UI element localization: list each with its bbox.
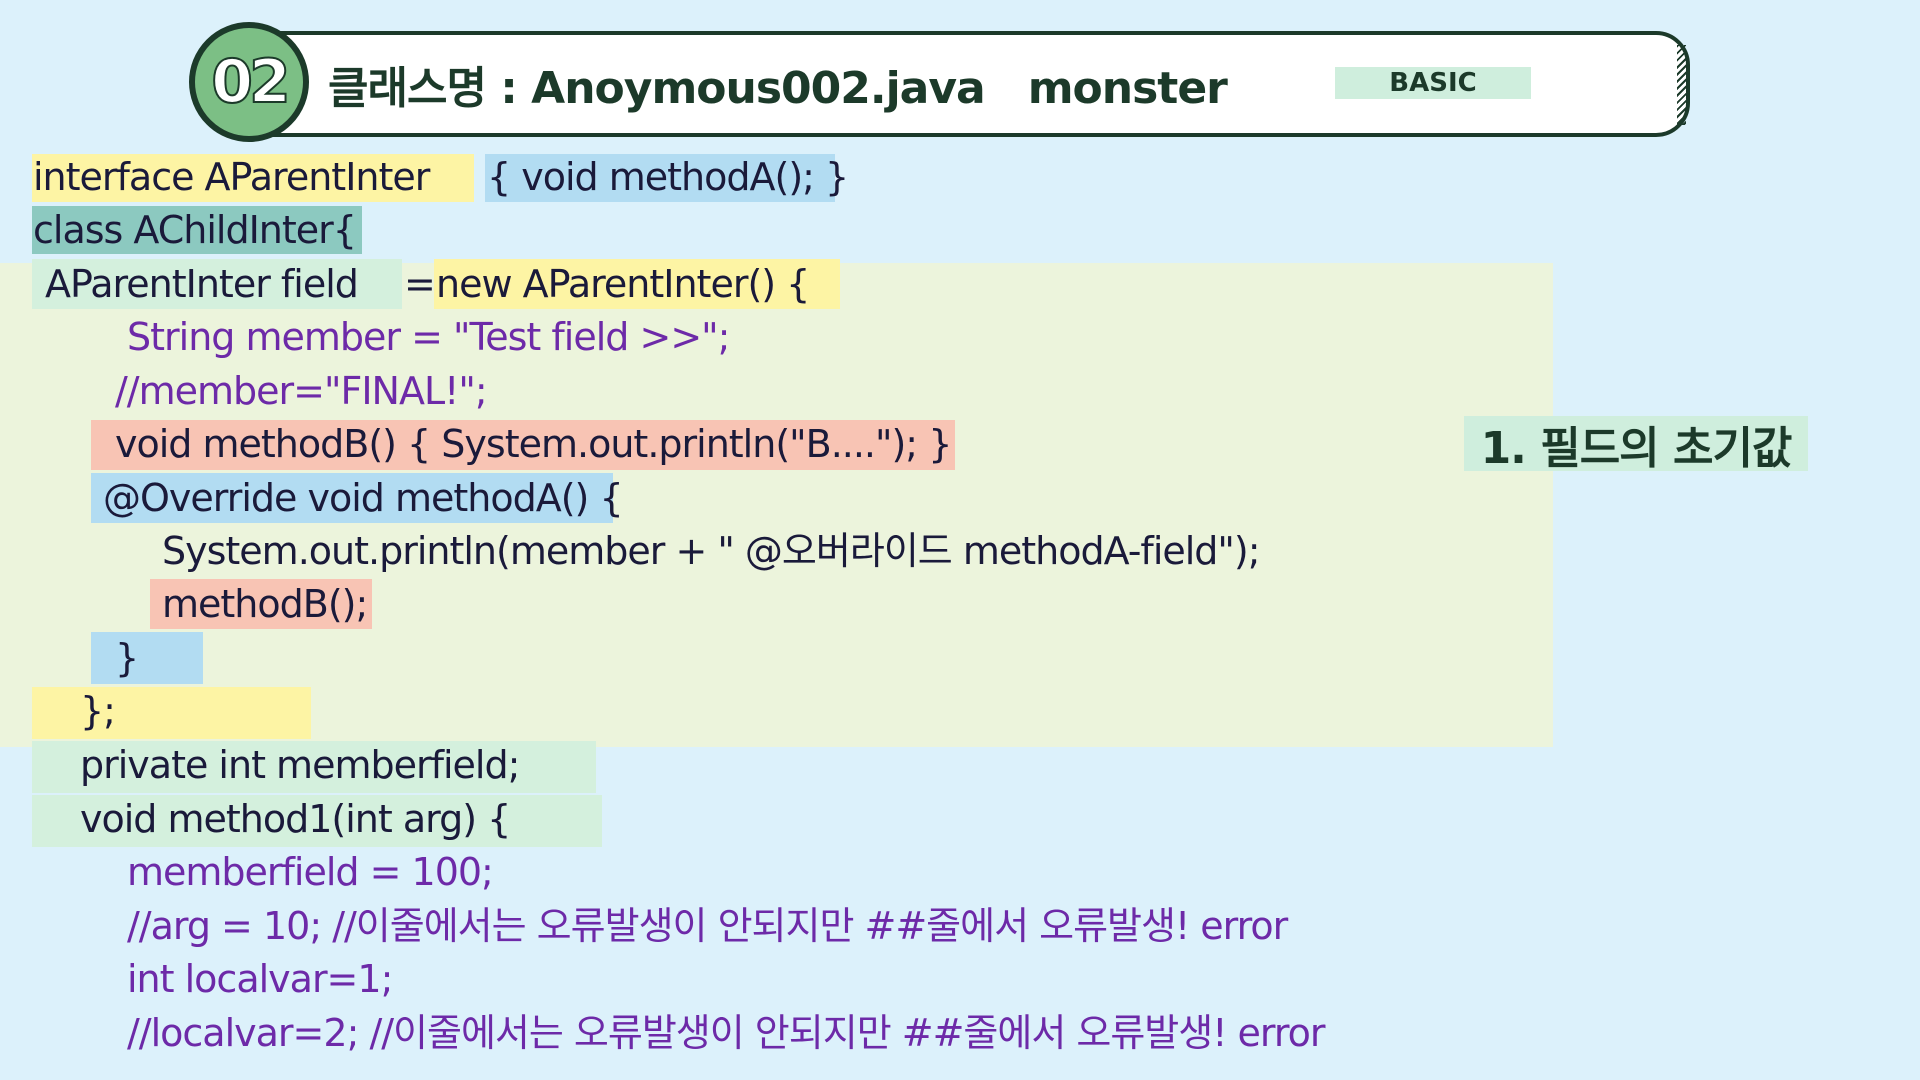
code-line: methodB(); xyxy=(162,582,368,626)
code-line: { void methodA(); } xyxy=(487,155,849,199)
code-line: @Override void methodA() { xyxy=(103,476,624,520)
code-line: } xyxy=(115,636,139,680)
level-badge: BASIC xyxy=(1335,67,1531,99)
code-comment: //localvar=2; //이줄에서는 오류발생이 안되지만 ##줄에서 오… xyxy=(127,1011,1326,1055)
section-number-badge: 02 xyxy=(189,22,309,142)
side-note: 1. 필드의 초기값 xyxy=(1464,416,1808,474)
code-line: new AParentInter() { xyxy=(436,262,810,306)
code-line: AParentInter field xyxy=(45,262,359,306)
code-line: = xyxy=(404,262,436,306)
code-line: private int memberfield; xyxy=(80,743,520,787)
code-line: }; xyxy=(80,689,116,733)
code-line: System.out.println(member + " @오버라이드 met… xyxy=(162,529,1261,573)
page-title: 클래스명 : Anoymous002.java monster xyxy=(328,63,1228,114)
code-line: void method1(int arg) { xyxy=(80,797,511,841)
code-line: int localvar=1; xyxy=(127,957,393,1001)
code-comment: //member="FINAL!"; xyxy=(115,369,488,413)
code-line: interface AParentInter xyxy=(33,155,430,199)
highlight-end-anonymous xyxy=(32,687,311,739)
highlight-close-brace xyxy=(91,632,203,684)
code-comment: //arg = 10; //이줄에서는 오류발생이 안되지만 ##줄에서 오류발… xyxy=(127,904,1288,948)
code-line: void methodB() { System.out.println("B..… xyxy=(115,422,952,466)
code-line: memberfield = 100; xyxy=(127,850,494,894)
code-line: class AChildInter{ xyxy=(33,208,357,252)
code-line: String member = "Test field >>"; xyxy=(127,315,730,359)
